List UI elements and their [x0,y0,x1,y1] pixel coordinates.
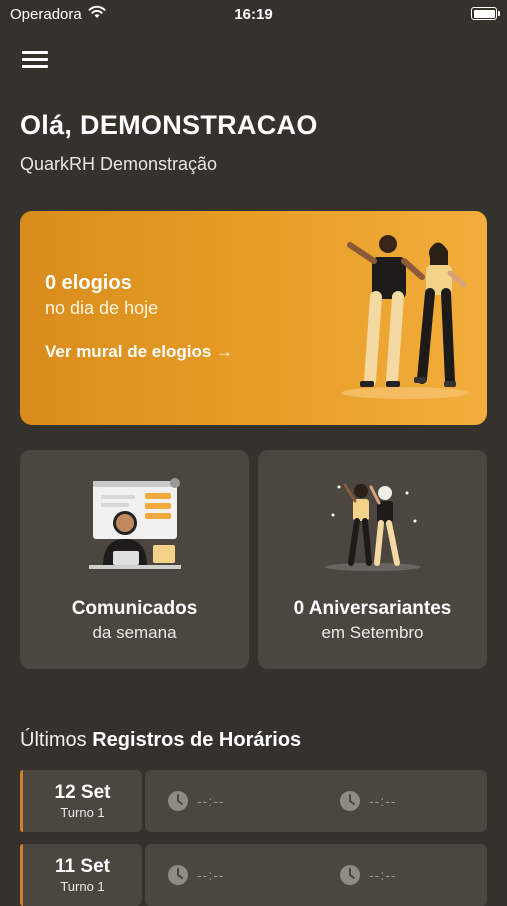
announcements-illustration-icon [88,478,181,569]
birthdays-card[interactable]: 0 Aniversariantes em Setembro [258,450,487,669]
record-date-box[interactable]: 11 Set Turno 1 [20,844,142,906]
records-title-prefix: Últimos [20,729,93,751]
record-times-box: --:-- --:-- [145,770,487,832]
record-shift: Turno 1 [60,805,105,820]
records-title-bold: Registros de Horários [92,729,302,751]
clock-time: 16:19 [234,6,273,23]
birthdays-title: 0 Aniversariantes [293,598,452,619]
record-entry-time: --:-- [197,793,225,809]
hamburger-menu-icon[interactable] [20,48,50,72]
birthdays-illustration-icon [324,483,421,571]
clock-icon [340,791,360,811]
time-record-row: 11 Set Turno 1 --:-- --:-- [20,844,487,906]
compliments-card[interactable]: 0 elogios no dia de hoje Ver mural de el… [20,211,487,425]
status-bar: Operadora 16:19 [0,0,507,28]
compliments-count: 0 elogios [45,272,132,294]
announcements-card[interactable]: Comunicados da semana [20,450,249,669]
record-shift: Turno 1 [60,879,105,894]
announcements-subtitle: da semana [92,623,177,642]
clock-icon [168,865,188,885]
clock-icon [340,865,360,885]
record-day: 11 Set [55,856,110,877]
battery-icon [471,7,500,20]
compliments-subtitle: no dia de hoje [45,298,159,318]
company-name: QuarkRH Demonstração [20,154,218,174]
time-record-row: 12 Set Turno 1 --:-- --:-- [20,770,487,832]
view-compliments-link[interactable]: Ver mural de elogios → [45,342,233,362]
couple-illustration-icon [341,235,469,399]
record-times-box: --:-- --:-- [145,844,487,906]
announcements-title: Comunicados [71,598,198,619]
birthdays-subtitle: em Setembro [321,623,424,642]
record-exit-time: --:-- [369,793,397,809]
records-section-title: Últimos Registros de Horários [20,729,301,752]
greeting-title: Olá, DEMONSTRACAO [20,110,318,140]
record-date-box[interactable]: 12 Set Turno 1 [20,770,142,832]
record-day: 12 Set [54,782,111,803]
clock-icon [168,791,188,811]
record-exit-time: --:-- [369,867,397,883]
record-entry-time: --:-- [197,867,225,883]
